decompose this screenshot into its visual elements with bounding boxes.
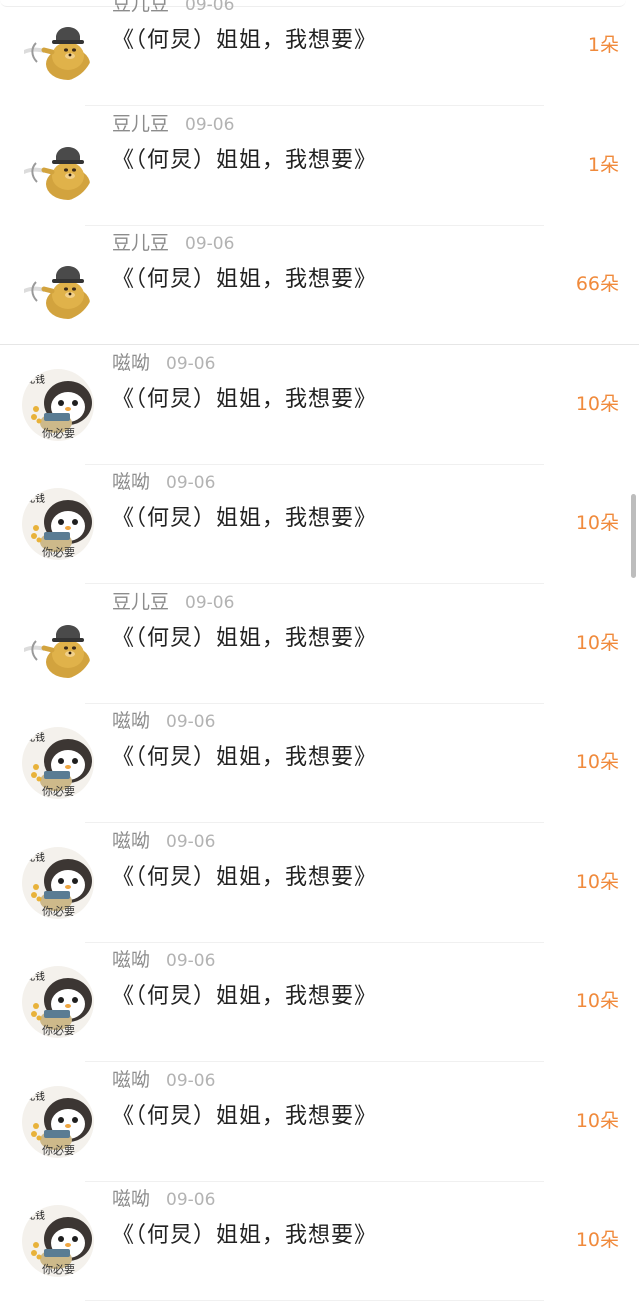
gift-row[interactable]: 此钱 你必要 嗞呦 09-06 《（何炅）姐姐，我想要》 10朵 — [0, 345, 639, 465]
username-text[interactable]: 嗞呦 — [112, 352, 150, 374]
gift-count: 10朵 — [575, 871, 619, 893]
gift-row[interactable]: 豆儿豆 09-06 《（何炅）姐姐，我想要》 66朵 — [0, 225, 639, 345]
gift-count: 10朵 — [575, 393, 619, 415]
cheems-dog-avatar[interactable] — [22, 10, 94, 82]
cheems-dog-avatar[interactable] — [22, 249, 94, 321]
penguin-meme-avatar[interactable]: 此钱你必要 — [22, 1205, 94, 1277]
cheems-dog-avatar[interactable] — [22, 130, 94, 202]
username[interactable]: 嗞呦 09-06 — [112, 1068, 215, 1093]
gift-row[interactable]: 此钱 你必要 嗞呦 09-06 《（何炅）姐姐，我想要》 10朵 — [0, 703, 639, 823]
message-text: 《（何炅）姐姐，我想要》 — [112, 28, 378, 53]
username-text[interactable]: 嗞呦 — [112, 1188, 150, 1210]
message-text: 《（何炅）姐姐，我想要》 — [112, 387, 378, 412]
username[interactable]: 嗞呦 09-06 — [112, 351, 215, 376]
gift-row[interactable]: 豆儿豆 09-06 《（何炅）姐姐，我想要》 10朵 — [0, 584, 639, 704]
avatar-caption-top: 此钱 — [25, 731, 45, 744]
username[interactable]: 豆儿豆 09-06 — [112, 590, 234, 615]
gift-count: 10朵 — [575, 751, 619, 773]
username-text[interactable]: 豆儿豆 — [112, 232, 169, 254]
avatar-caption-top: 此钱 — [25, 970, 45, 983]
gift-row[interactable]: 此钱 你必要 嗞呦 09-06 《（何炅）姐姐，我想要》 10朵 — [0, 464, 639, 584]
penguin-meme-avatar[interactable]: 此钱你必要 — [22, 369, 94, 441]
cheems-dog-avatar[interactable] — [22, 608, 94, 680]
post-date: 09-06 — [166, 951, 216, 971]
username[interactable]: 豆儿豆 09-06 — [112, 0, 234, 17]
post-date: 09-06 — [185, 593, 235, 613]
username[interactable]: 嗞呦 09-06 — [112, 470, 215, 495]
gift-count: 10朵 — [575, 990, 619, 1012]
username-text[interactable]: 嗞呦 — [112, 471, 150, 493]
avatar-caption-top: 此钱 — [25, 1090, 45, 1103]
penguin-meme-avatar[interactable]: 此钱你必要 — [22, 488, 94, 560]
gift-row[interactable]: 此钱 你必要 嗞呦 09-06 《（何炅）姐姐，我想要》 10朵 — [0, 942, 639, 1062]
penguin-meme-avatar[interactable]: 此钱你必要 — [22, 1086, 94, 1158]
username-text[interactable]: 嗞呦 — [112, 710, 150, 732]
message-text: 《（何炅）姐姐，我想要》 — [112, 865, 378, 890]
gift-row[interactable]: 此钱 你必要 嗞呦 09-06 《（何炅）姐姐，我想要》 10朵 — [0, 1062, 639, 1182]
message-text: 《（何炅）姐姐，我想要》 — [112, 1104, 378, 1129]
username-text[interactable]: 豆儿豆 — [112, 0, 169, 15]
username[interactable]: 嗞呦 09-06 — [112, 829, 215, 854]
gift-count: 1朵 — [587, 34, 619, 56]
gift-count: 10朵 — [575, 1110, 619, 1132]
message-text: 《（何炅）姐姐，我想要》 — [112, 267, 378, 292]
username-text[interactable]: 嗞呦 — [112, 830, 150, 852]
avatar-caption-top: 此钱 — [25, 1209, 45, 1222]
avatar-caption-bottom: 你必要 — [42, 427, 75, 440]
post-date: 09-06 — [166, 832, 216, 852]
gift-row[interactable]: 此钱 你必要 嗞呦 09-06 《（何炅）姐姐，我想要》 10朵 — [0, 823, 639, 943]
post-date: 09-06 — [166, 712, 216, 732]
username-text[interactable]: 嗞呦 — [112, 949, 150, 971]
avatar-caption-bottom: 你必要 — [42, 1024, 75, 1037]
penguin-meme-avatar[interactable]: 此钱你必要 — [22, 727, 94, 799]
username-text[interactable]: 豆儿豆 — [112, 591, 169, 613]
message-text: 《（何炅）姐姐，我想要》 — [112, 626, 378, 651]
avatar-caption-top: 此钱 — [25, 492, 45, 505]
gift-count: 1朵 — [587, 154, 619, 176]
username-text[interactable]: 豆儿豆 — [112, 113, 169, 135]
avatar-caption-bottom: 你必要 — [42, 1144, 75, 1157]
gift-count: 10朵 — [575, 1229, 619, 1251]
post-date: 09-06 — [166, 473, 216, 493]
username[interactable]: 豆儿豆 09-06 — [112, 231, 234, 256]
username[interactable]: 豆儿豆 09-06 — [112, 112, 234, 137]
scrollbar[interactable] — [631, 494, 636, 578]
post-date: 09-06 — [166, 1071, 216, 1091]
avatar-caption-bottom: 你必要 — [42, 1263, 75, 1276]
username[interactable]: 嗞呦 09-06 — [112, 709, 215, 734]
post-date: 09-06 — [185, 234, 235, 254]
message-text: 《（何炅）姐姐，我想要》 — [112, 148, 378, 173]
username[interactable]: 嗞呦 09-06 — [112, 1187, 215, 1212]
message-text: 《（何炅）姐姐，我想要》 — [112, 1223, 378, 1248]
message-text: 《（何炅）姐姐，我想要》 — [112, 984, 378, 1009]
gift-count: 66朵 — [575, 273, 619, 295]
penguin-meme-avatar[interactable]: 此钱你必要 — [22, 847, 94, 919]
avatar-caption-top: 此钱 — [25, 851, 45, 864]
gift-count: 10朵 — [575, 512, 619, 534]
post-date: 09-06 — [166, 354, 216, 374]
post-date: 09-06 — [185, 0, 235, 15]
gift-row[interactable]: 豆儿豆 09-06 《（何炅）姐姐，我想要》 1朵 — [0, 0, 639, 106]
gift-count: 10朵 — [575, 632, 619, 654]
username-text[interactable]: 嗞呦 — [112, 1069, 150, 1091]
avatar-caption-bottom: 你必要 — [42, 785, 75, 798]
avatar-caption-bottom: 你必要 — [42, 905, 75, 918]
message-text: 《（何炅）姐姐，我想要》 — [112, 506, 378, 531]
username[interactable]: 嗞呦 09-06 — [112, 948, 215, 973]
avatar-caption-top: 此钱 — [25, 373, 45, 386]
gift-row[interactable]: 此钱 你必要 嗞呦 09-06 《（何炅）姐姐，我想要》 10朵 — [0, 1181, 639, 1301]
avatar-caption-bottom: 你必要 — [42, 546, 75, 559]
penguin-meme-avatar[interactable]: 此钱你必要 — [22, 966, 94, 1038]
post-date: 09-06 — [166, 1190, 216, 1210]
gift-row[interactable]: 豆儿豆 09-06 《（何炅）姐姐，我想要》 1朵 — [0, 106, 639, 226]
message-text: 《（何炅）姐姐，我想要》 — [112, 745, 378, 770]
post-date: 09-06 — [185, 115, 235, 135]
